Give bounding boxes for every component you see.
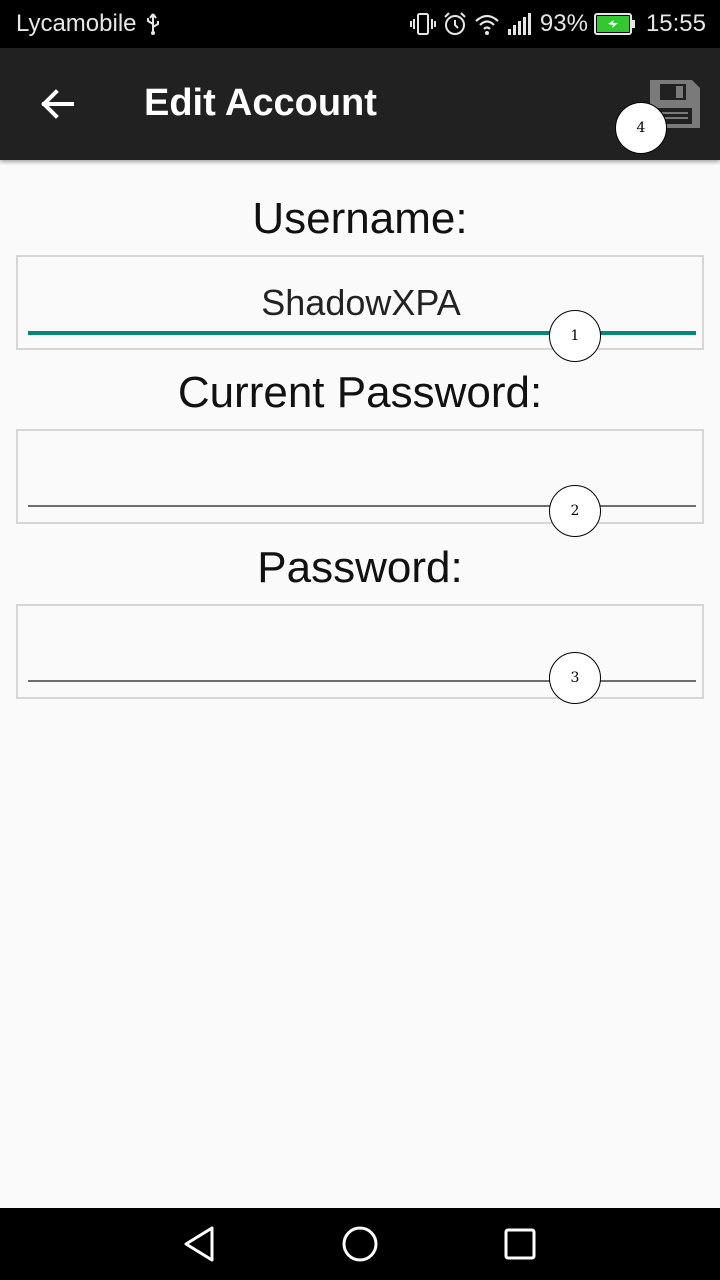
recents-square-icon[interactable] bbox=[498, 1222, 542, 1266]
arrow-left-icon bbox=[41, 89, 74, 119]
clock-time: 15:55 bbox=[645, 10, 706, 37]
usb-icon bbox=[147, 13, 159, 35]
app-bar: Edit Account bbox=[0, 48, 720, 160]
username-label: Username: bbox=[252, 194, 468, 243]
marker-2: 2 bbox=[549, 485, 601, 537]
system-nav-bar bbox=[0, 1208, 720, 1280]
back-button[interactable] bbox=[28, 74, 88, 134]
wifi-icon bbox=[475, 14, 499, 35]
password-label: Password: bbox=[257, 543, 463, 592]
status-icons: 93% 15:55 bbox=[409, 8, 706, 40]
password-field-box bbox=[16, 604, 704, 699]
alarm-icon bbox=[444, 12, 466, 35]
battery-charging-icon bbox=[593, 13, 635, 35]
status-bar: Lycamobile 93% 15:55 bbox=[0, 0, 720, 48]
signal-icon bbox=[507, 13, 531, 35]
vibrate-icon bbox=[409, 13, 436, 35]
page-title: Edit Account bbox=[144, 82, 377, 124]
marker-4: 4 bbox=[615, 102, 667, 154]
back-triangle-icon[interactable] bbox=[178, 1222, 222, 1266]
marker-1: 1 bbox=[549, 310, 601, 362]
battery-percent: 93% bbox=[539, 10, 588, 37]
carrier-name: Lycamobile bbox=[16, 10, 137, 37]
home-circle-icon[interactable] bbox=[338, 1222, 382, 1266]
current-password-label: Current Password: bbox=[177, 368, 543, 417]
marker-3: 3 bbox=[549, 652, 601, 704]
